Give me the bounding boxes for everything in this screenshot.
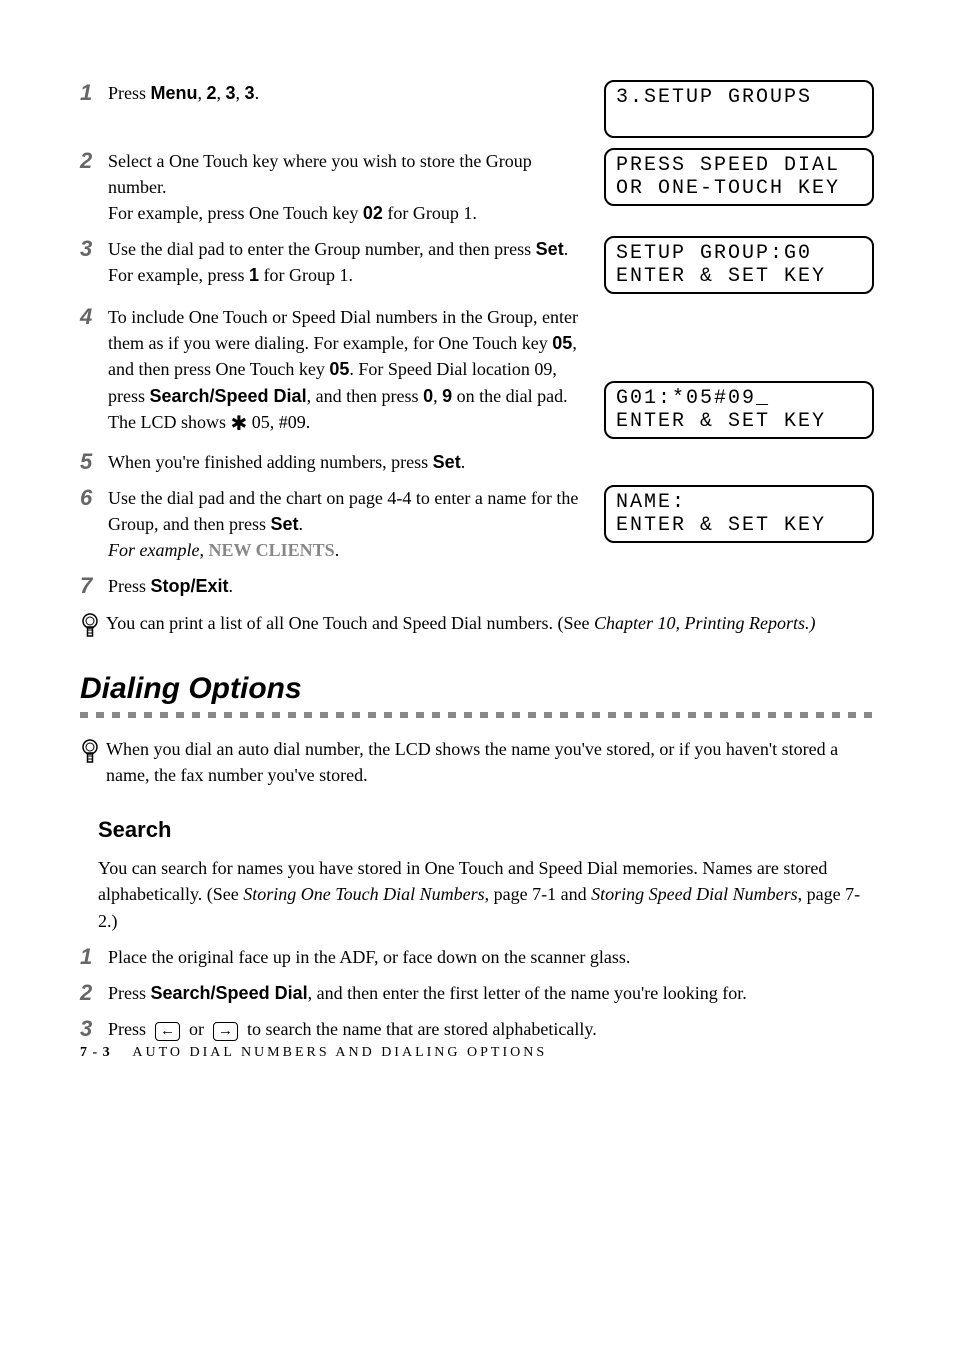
step-number: 6 — [80, 485, 108, 511]
step-item: 4To include One Touch or Speed Dial numb… — [80, 304, 874, 438]
section-heading-dialing-options: Dialing Options — [80, 667, 874, 711]
lcd-display: NAME: ENTER & SET KEY — [604, 485, 874, 543]
step-item: 7Press Stop/Exit. — [80, 573, 874, 599]
search-paragraph: You can search for names you have stored… — [98, 855, 874, 933]
lcd-display: 3.SETUP GROUPS — [604, 80, 874, 138]
step-text: Press Menu, 2, 3, 3. — [108, 80, 604, 106]
tip-text: When you dial an auto dial number, the L… — [106, 736, 874, 788]
lcd-column: 3.SETUP GROUPS — [604, 80, 874, 138]
lcd-column: G01:*05#09_ ENTER & SET KEY — [604, 304, 874, 438]
tip-text: You can print a list of all One Touch an… — [106, 610, 874, 636]
step-text: Press Stop/Exit. — [108, 573, 874, 599]
step-text: Select a One Touch key where you wish to… — [108, 148, 604, 226]
step-item: 3Use the dial pad to enter the Group num… — [80, 236, 874, 294]
step-number: 2 — [80, 980, 108, 1006]
lcd-display: G01:*05#09_ ENTER & SET KEY — [604, 381, 874, 439]
step-item: 3Press ← or → to search the name that ar… — [80, 1016, 874, 1042]
step-number: 2 — [80, 148, 108, 174]
lcd-display: PRESS SPEED DIAL OR ONE-TOUCH KEY — [604, 148, 874, 206]
step-number: 3 — [80, 1016, 108, 1042]
step-text: Place the original face up in the ADF, o… — [108, 944, 874, 970]
page-footer: 7 - 3 AUTO DIAL NUMBERS AND DIALING OPTI… — [80, 1043, 547, 1063]
lcd-column: SETUP GROUP:G0 ENTER & SET KEY — [604, 236, 874, 294]
page-number: 7 - 3 — [80, 1045, 111, 1060]
lightbulb-icon — [80, 736, 106, 775]
step-number: 5 — [80, 449, 108, 475]
dotted-rule — [80, 712, 874, 718]
lcd-column: NAME: ENTER & SET KEY — [604, 485, 874, 543]
step-number: 4 — [80, 304, 108, 330]
steps-group-b: 1Place the original face up in the ADF, … — [80, 944, 874, 1043]
step-number: 1 — [80, 944, 108, 970]
step-text: Press ← or → to search the name that are… — [108, 1016, 874, 1042]
step-text: Use the dial pad to enter the Group numb… — [108, 236, 604, 288]
tip-dial-lcd: When you dial an auto dial number, the L… — [80, 736, 874, 788]
step-item: 2Select a One Touch key where you wish t… — [80, 148, 874, 226]
step-item: 5When you're finished adding numbers, pr… — [80, 449, 874, 475]
step-text: To include One Touch or Speed Dial numbe… — [108, 304, 604, 438]
step-text: Use the dial pad and the chart on page 4… — [108, 485, 604, 563]
step-item: 1Press Menu, 2, 3, 3.3.SETUP GROUPS — [80, 80, 874, 138]
footer-title: AUTO DIAL NUMBERS AND DIALING OPTIONS — [132, 1045, 547, 1060]
lightbulb-icon — [80, 610, 106, 649]
tip-print-list: You can print a list of all One Touch an… — [80, 610, 874, 649]
lcd-column: PRESS SPEED DIAL OR ONE-TOUCH KEY — [604, 148, 874, 206]
step-text: When you're finished adding numbers, pre… — [108, 449, 874, 475]
step-text: Press Search/Speed Dial, and then enter … — [108, 980, 874, 1006]
step-item: 1Place the original face up in the ADF, … — [80, 944, 874, 970]
steps-group-a: 1Press Menu, 2, 3, 3.3.SETUP GROUPS 2Sel… — [80, 80, 874, 600]
step-number: 1 — [80, 80, 108, 106]
lcd-display: SETUP GROUP:G0 ENTER & SET KEY — [604, 236, 874, 294]
step-item: 6Use the dial pad and the chart on page … — [80, 485, 874, 563]
step-item: 2Press Search/Speed Dial, and then enter… — [80, 980, 874, 1006]
step-number: 7 — [80, 573, 108, 599]
step-number: 3 — [80, 236, 108, 262]
subsection-heading-search: Search — [98, 814, 874, 846]
